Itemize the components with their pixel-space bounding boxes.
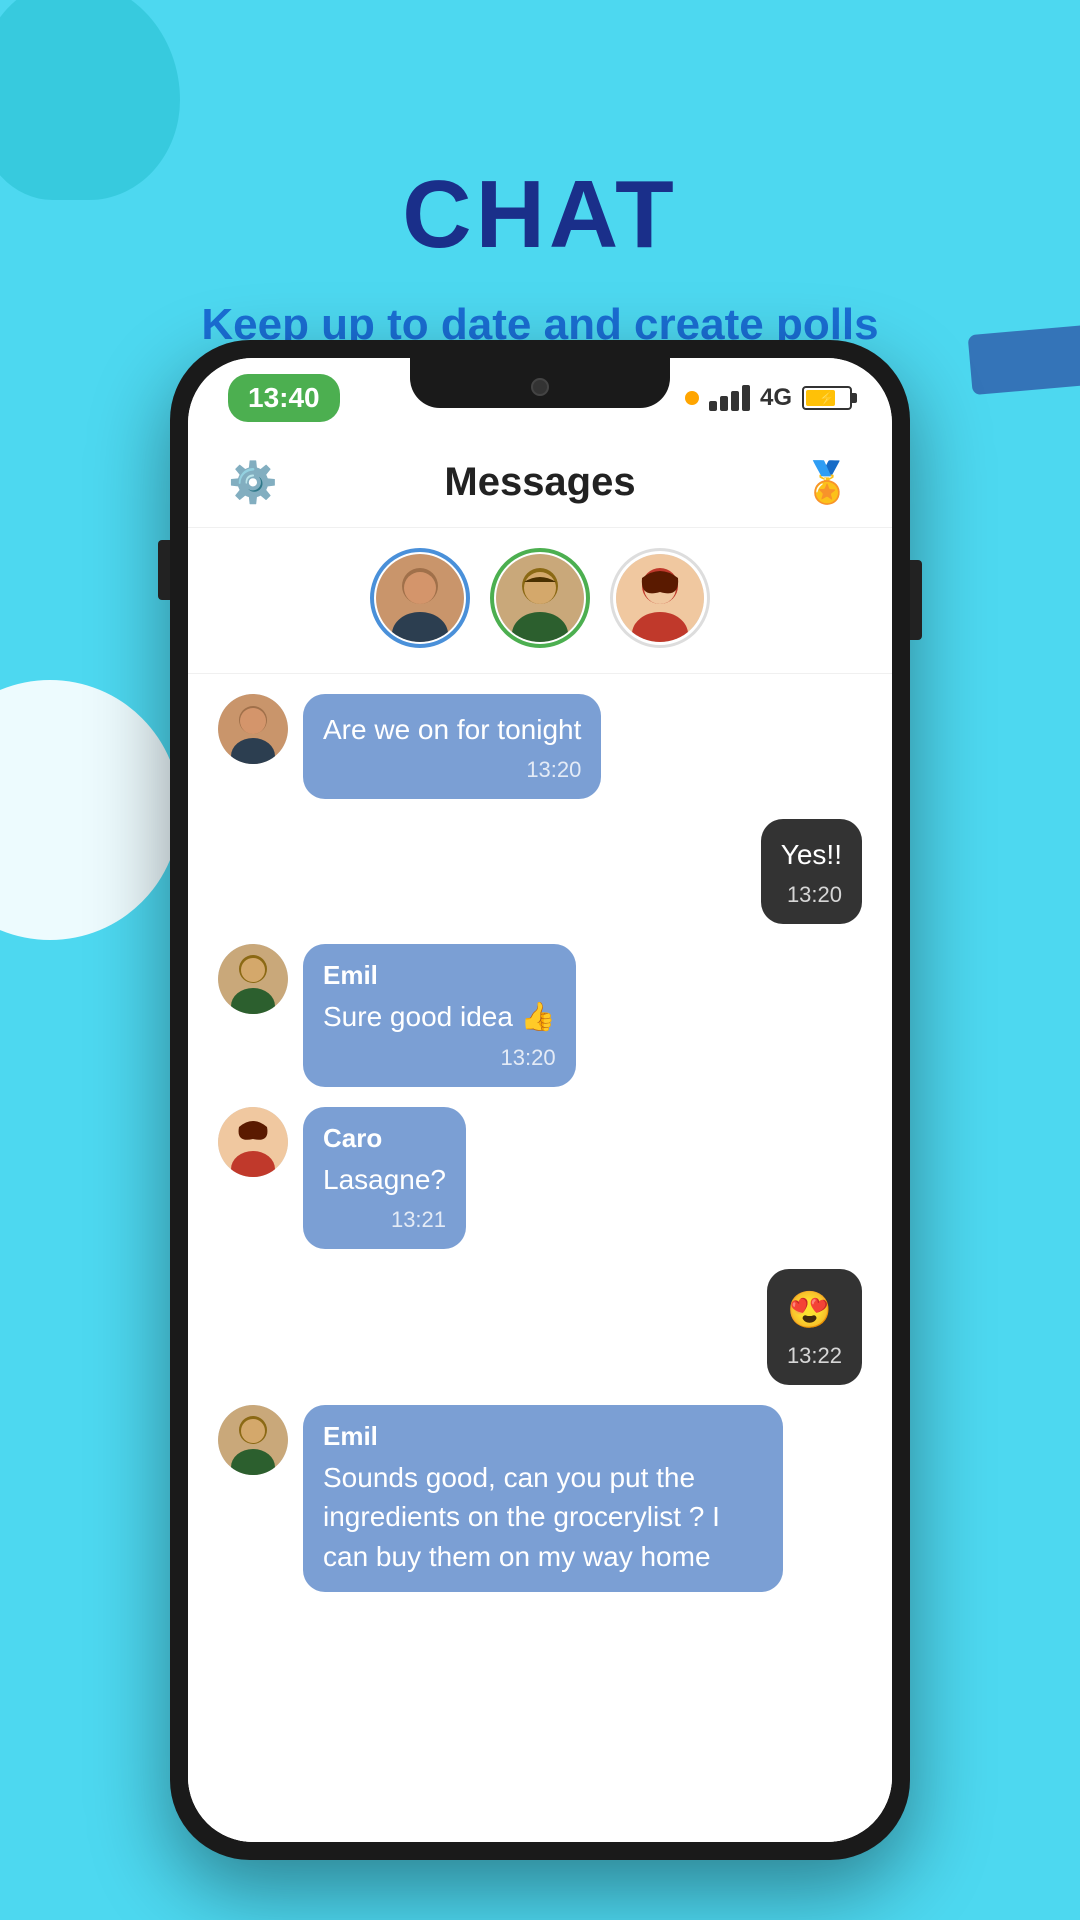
avatar-row: [188, 528, 892, 674]
chat-area: Are we on for tonight 13:20 Yes!! 13:20: [188, 674, 892, 1842]
bubble-emoji: 😍 13:22: [767, 1269, 862, 1385]
msg-sender: Emil: [323, 960, 556, 991]
msg-text: Yes!!: [781, 835, 842, 874]
avatar-man2-wrapper[interactable]: [490, 548, 590, 648]
msg-avatar-man2-2: [218, 1405, 288, 1475]
msg-avatar-woman: [218, 1107, 288, 1177]
page-title: CHAT: [0, 80, 1080, 270]
signal-bar-4: [742, 385, 750, 411]
avatar-man2: [496, 554, 584, 642]
msg-time: 13:20: [781, 882, 842, 908]
bg-decoration-circle: [0, 680, 180, 940]
avatar-man1: [376, 554, 464, 642]
msg-avatar-man1: [218, 694, 288, 764]
phone-screen: 13:40 4G ⚡: [188, 358, 892, 1842]
avatar-man1-wrapper[interactable]: [370, 548, 470, 648]
msg-text: Lasagne?: [323, 1160, 446, 1199]
message-row-sounds-good: Emil Sounds good, can you put the ingred…: [218, 1405, 862, 1592]
app-header: ⚙️ Messages 🏅: [188, 438, 892, 528]
network-type: 4G: [760, 384, 792, 412]
avatar-woman: [616, 554, 704, 642]
msg-sender: Emil: [323, 1421, 763, 1452]
msg-text: Are we on for tonight: [323, 710, 581, 749]
message-row: Are we on for tonight 13:20: [218, 694, 862, 799]
bubble-yes: Yes!! 13:20: [761, 819, 862, 924]
phone-content: ⚙️ Messages 🏅: [188, 438, 892, 1842]
phone-outer-shell: 13:40 4G ⚡: [170, 340, 910, 1860]
signal-bar-3: [731, 391, 739, 411]
msg-time: 13:22: [787, 1343, 842, 1369]
bubble-are-we-on: Are we on for tonight 13:20: [303, 694, 601, 799]
message-row-emoji: 😍 13:22: [218, 1269, 862, 1385]
status-time: 13:40: [228, 374, 340, 422]
msg-avatar-man2: [218, 944, 288, 1014]
phone-mockup: 13:40 4G ⚡: [170, 340, 910, 1860]
msg-time: 13:20: [323, 757, 581, 783]
battery-lightning: ⚡: [818, 390, 835, 407]
bubble-lasagne: Caro Lasagne? 13:21: [303, 1107, 466, 1249]
bubble-sounds-good: Emil Sounds good, can you put the ingred…: [303, 1405, 783, 1592]
msg-text: Sounds good, can you put the ingredients…: [323, 1458, 763, 1576]
signal-bar-1: [709, 401, 717, 411]
settings-icon[interactable]: ⚙️: [228, 459, 278, 506]
msg-text: Sure good idea 👍: [323, 997, 556, 1036]
status-right-icons: 4G ⚡: [685, 384, 852, 412]
message-row-caro: Caro Lasagne? 13:21: [218, 1107, 862, 1249]
message-row-emil: Emil Sure good idea 👍 13:20: [218, 944, 862, 1086]
msg-time: 13:21: [323, 1207, 446, 1233]
avatar-woman-wrapper[interactable]: [610, 548, 710, 648]
message-row-yes: Yes!! 13:20: [218, 819, 862, 924]
phone-notch: [410, 358, 670, 408]
msg-text: 😍: [787, 1285, 842, 1335]
bubble-sure: Emil Sure good idea 👍 13:20: [303, 944, 576, 1086]
front-camera: [531, 378, 549, 396]
signal-bars: [709, 385, 750, 411]
orange-dot: [685, 391, 699, 405]
msg-sender: Caro: [323, 1123, 446, 1154]
status-bar: 13:40 4G ⚡: [188, 358, 892, 438]
signal-bar-2: [720, 396, 728, 411]
battery-icon: ⚡: [802, 386, 852, 410]
badge-icon[interactable]: 🏅: [802, 459, 852, 506]
msg-time: 13:20: [323, 1045, 556, 1071]
app-title: Messages: [444, 460, 635, 505]
